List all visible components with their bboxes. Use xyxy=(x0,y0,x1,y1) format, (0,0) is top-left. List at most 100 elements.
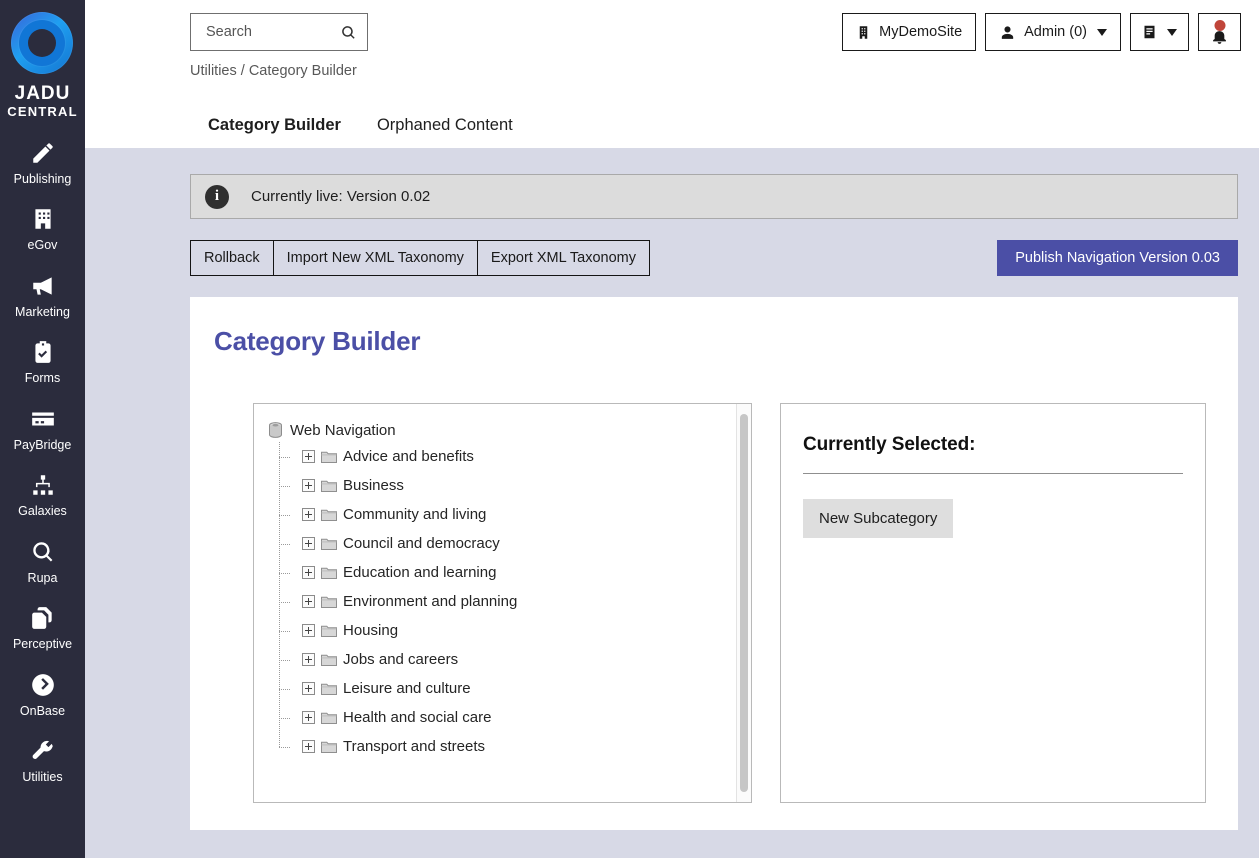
tree-root-node[interactable]: Web Navigation xyxy=(268,418,751,442)
folder-icon xyxy=(321,624,337,637)
folder-icon xyxy=(321,479,337,492)
sidebar-item-label: Utilities xyxy=(22,770,63,785)
tree-item-community-and-living[interactable]: Community and living xyxy=(279,500,751,529)
wrench-icon xyxy=(30,738,56,764)
notification-badge xyxy=(1214,20,1225,31)
sidebar-item-egov[interactable]: eGov xyxy=(0,195,85,262)
sidebar-item-label: OnBase xyxy=(19,703,66,718)
plus-box-icon[interactable] xyxy=(302,450,315,463)
plus-box-icon[interactable] xyxy=(302,653,315,666)
tree-item-leisure-and-culture[interactable]: Leisure and culture xyxy=(279,674,751,703)
sidebar-item-label: Galaxies xyxy=(18,504,67,519)
sidebar-item-label: Forms xyxy=(24,371,61,386)
sidebar-item-marketing[interactable]: Marketing xyxy=(0,262,85,329)
brand-logo[interactable]: JADU CENTRAL xyxy=(7,8,78,129)
folder-icon xyxy=(321,653,337,666)
tab-orphaned-content[interactable]: Orphaned Content xyxy=(359,116,531,152)
search-icon[interactable] xyxy=(340,24,357,41)
action-bar: Rollback Import New XML Taxonomy Export … xyxy=(190,240,1238,276)
sidebar-item-label: Marketing xyxy=(15,304,70,319)
manual-menu-button[interactable] xyxy=(1130,13,1189,51)
publish-navigation-button[interactable]: Publish Navigation Version 0.03 xyxy=(997,240,1238,276)
credit-card-icon xyxy=(30,406,56,432)
plus-box-icon[interactable] xyxy=(302,682,315,695)
sidebar-item-label: eGov xyxy=(27,238,58,253)
folder-icon xyxy=(321,595,337,608)
plus-box-icon[interactable] xyxy=(302,740,315,753)
tree-item-environment-and-planning[interactable]: Environment and planning xyxy=(279,587,751,616)
breadcrumb: Utilities / Category Builder xyxy=(190,63,357,79)
tab-category-builder[interactable]: Category Builder xyxy=(190,116,359,152)
building-small-icon xyxy=(856,24,871,41)
tree-item-transport-and-streets[interactable]: Transport and streets xyxy=(279,732,751,761)
tree-item-label: Council and democracy xyxy=(343,535,500,552)
plus-box-icon[interactable] xyxy=(302,479,315,492)
import-xml-taxonomy-button[interactable]: Import New XML Taxonomy xyxy=(272,240,478,276)
search-input[interactable] xyxy=(204,23,340,41)
search-box[interactable] xyxy=(190,13,368,51)
category-builder-card: Category Builder Web Navigation Advice a… xyxy=(190,297,1238,830)
plus-box-icon[interactable] xyxy=(302,537,315,550)
main-column: Utilities / Category Builder MyDemoSite … xyxy=(85,0,1259,858)
admin-menu-button[interactable]: Admin (0) xyxy=(985,13,1121,51)
folder-icon xyxy=(321,537,337,550)
pencil-icon xyxy=(30,140,56,166)
plus-box-icon[interactable] xyxy=(302,624,315,637)
app-root: JADU CENTRAL Publishing eGov Marketing F… xyxy=(0,0,1259,858)
magnifier-icon xyxy=(30,539,56,565)
page-title: Category Builder xyxy=(214,326,421,356)
export-xml-taxonomy-button[interactable]: Export XML Taxonomy xyxy=(476,240,650,276)
brand-wordmark: JADU CENTRAL xyxy=(7,84,78,119)
plus-box-icon[interactable] xyxy=(302,595,315,608)
new-subcategory-button[interactable]: New Subcategory xyxy=(803,499,954,538)
sidebar-item-paybridge[interactable]: PayBridge xyxy=(0,395,85,462)
tree-item-council-and-democracy[interactable]: Council and democracy xyxy=(279,529,751,558)
tree-item-housing[interactable]: Housing xyxy=(279,616,751,645)
sidebar-item-onbase[interactable]: OnBase xyxy=(0,661,85,728)
primary-sidebar: JADU CENTRAL Publishing eGov Marketing F… xyxy=(0,0,85,858)
sidebar-item-perceptive[interactable]: Perceptive xyxy=(0,594,85,661)
chevron-down-icon xyxy=(1167,28,1177,36)
tree-item-education-and-learning[interactable]: Education and learning xyxy=(279,558,751,587)
content-area: i Currently live: Version 0.02 Rollback … xyxy=(85,148,1259,858)
folder-icon xyxy=(321,682,337,695)
admin-menu-label: Admin (0) xyxy=(1024,24,1087,40)
plus-box-icon[interactable] xyxy=(302,508,315,521)
currently-selected-title: Currently Selected: xyxy=(803,434,976,455)
clipboard-check-icon xyxy=(30,339,56,365)
tree-item-advice-and-benefits[interactable]: Advice and benefits xyxy=(279,442,751,471)
plus-box-icon[interactable] xyxy=(302,566,315,579)
top-header: Utilities / Category Builder MyDemoSite … xyxy=(85,0,1259,97)
tree-item-label: Education and learning xyxy=(343,564,497,581)
navigation-tree-panel: Web Navigation Advice and benefits Busin… xyxy=(253,403,752,803)
site-selector-button[interactable]: MyDemoSite xyxy=(842,13,977,51)
sidebar-item-rupa[interactable]: Rupa xyxy=(0,528,85,595)
tree-root-label: Web Navigation xyxy=(290,421,396,439)
sidebar-item-label: PayBridge xyxy=(13,437,72,452)
tree-scrollbar-thumb[interactable] xyxy=(740,414,748,792)
top-actions: MyDemoSite Admin (0) xyxy=(842,13,1241,51)
tree-item-jobs-and-careers[interactable]: Jobs and careers xyxy=(279,645,751,674)
book-icon xyxy=(1142,23,1157,41)
sidebar-item-utilities[interactable]: Utilities xyxy=(0,727,85,794)
site-selector-label: MyDemoSite xyxy=(879,24,963,40)
sidebar-item-publishing[interactable]: Publishing xyxy=(0,129,85,196)
rollback-button[interactable]: Rollback xyxy=(190,240,274,276)
tree-item-label: Transport and streets xyxy=(343,738,486,755)
sidebar-item-label: Publishing xyxy=(13,171,72,186)
copy-documents-icon xyxy=(30,605,56,631)
notifications-button[interactable] xyxy=(1198,13,1241,51)
tree-item-health-and-social-care[interactable]: Health and social care xyxy=(279,703,751,732)
tree-item-business[interactable]: Business xyxy=(279,471,751,500)
plus-box-icon[interactable] xyxy=(302,711,315,724)
sidebar-item-galaxies[interactable]: Galaxies xyxy=(0,461,85,528)
tree-item-label: Jobs and careers xyxy=(343,651,459,668)
tree-item-label: Environment and planning xyxy=(343,593,518,610)
tree-scrollbar[interactable] xyxy=(736,404,751,802)
sidebar-item-forms[interactable]: Forms xyxy=(0,328,85,395)
bell-icon xyxy=(1210,20,1229,44)
tree-children: Advice and benefits Business Community a… xyxy=(279,442,751,761)
folder-icon xyxy=(321,566,337,579)
database-drum-icon xyxy=(268,422,283,438)
tree-item-label: Housing xyxy=(343,622,399,639)
